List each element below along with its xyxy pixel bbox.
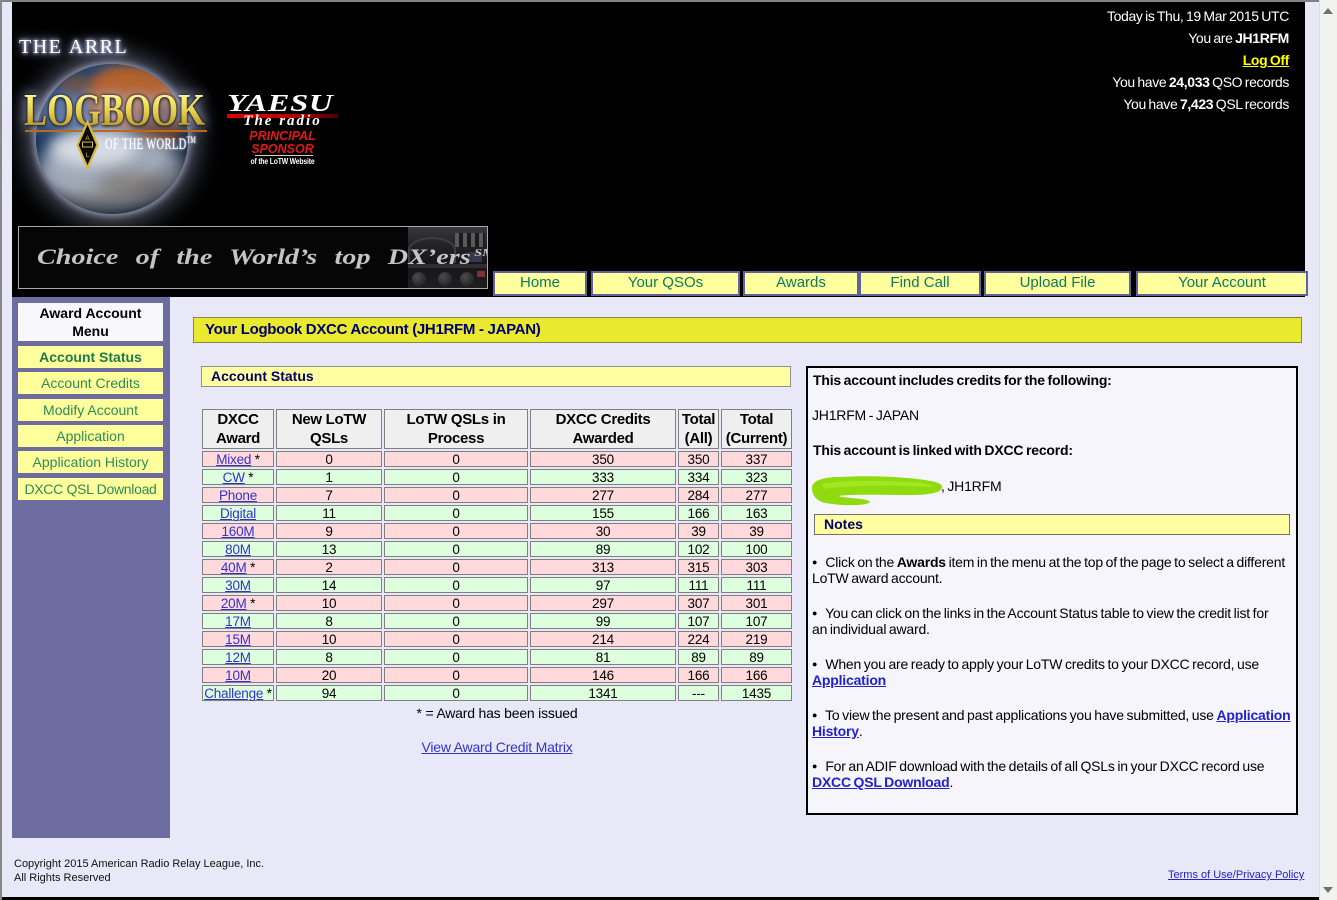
svg-text:A: A — [85, 135, 90, 142]
svg-text:L: L — [86, 152, 90, 159]
